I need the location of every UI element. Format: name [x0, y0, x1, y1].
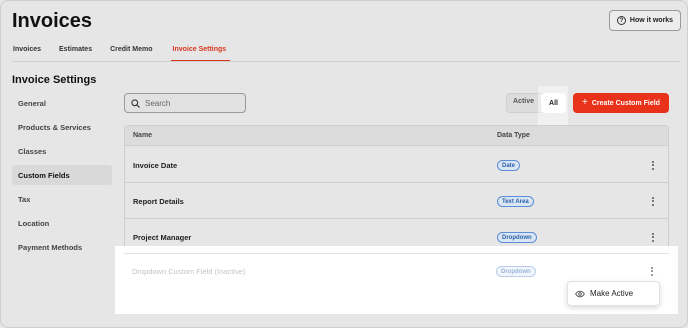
help-icon: ?	[616, 16, 626, 25]
data-type-badge: Dropdown	[496, 266, 536, 277]
settings-sidebar: General Products & Services Classes Cust…	[12, 93, 112, 261]
field-name: Report Details	[133, 197, 184, 206]
make-active-menu-item[interactable]: Make Active	[567, 281, 660, 306]
table-header: Name Data Type	[125, 126, 668, 146]
tabs-divider	[12, 61, 680, 62]
sidebar-item-custom-fields[interactable]: Custom Fields	[12, 165, 112, 185]
sidebar-item-location[interactable]: Location	[12, 213, 112, 233]
search-box	[124, 93, 246, 113]
row-actions-icon[interactable]	[647, 231, 659, 243]
column-header-data-type: Data Type	[497, 132, 530, 139]
field-name: Project Manager	[133, 233, 192, 242]
sidebar-item-payment-methods[interactable]: Payment Methods	[12, 237, 112, 257]
field-name: Invoice Date	[133, 161, 178, 170]
create-custom-field-button[interactable]: + Create Custom Field	[573, 93, 669, 113]
how-it-works-button[interactable]: ? How it works	[609, 10, 681, 31]
field-name: Dropdown Custom Field (Inactive)	[132, 267, 246, 276]
row-actions-icon[interactable]	[647, 195, 659, 207]
plus-icon: +	[582, 97, 588, 108]
data-type-badge: Dropdown	[497, 232, 537, 243]
sidebar-item-general[interactable]: General	[12, 93, 112, 113]
tab-invoices[interactable]: Invoices	[13, 43, 41, 61]
search-icon	[131, 98, 140, 108]
row-actions-icon[interactable]	[647, 159, 659, 171]
data-type-badge: Text Area	[497, 196, 534, 207]
make-active-label: Make Active	[590, 289, 634, 298]
sidebar-item-tax[interactable]: Tax	[12, 189, 112, 209]
app-window: Invoices ? How it works Invoices Estimat…	[0, 0, 688, 328]
filter-all-button[interactable]: All	[541, 93, 566, 113]
data-type-badge: Date	[497, 160, 521, 171]
eye-icon	[575, 290, 585, 297]
search-input[interactable]	[145, 98, 235, 108]
tab-credit-memo[interactable]: Credit Memo	[110, 43, 152, 61]
table-row: Report Details Text Area	[125, 183, 668, 219]
tab-invoice-settings[interactable]: Invoice Settings	[170, 43, 231, 61]
row-actions-icon[interactable]	[646, 265, 658, 277]
section-title: Invoice Settings	[12, 74, 97, 86]
column-header-name: Name	[133, 132, 153, 139]
sidebar-item-classes[interactable]: Classes	[12, 141, 112, 161]
filter-active-button[interactable]: Active	[513, 98, 534, 105]
how-it-works-label: How it works	[629, 17, 674, 24]
table-row: Invoice Date Date	[125, 147, 668, 183]
tab-estimates[interactable]: Estimates	[59, 43, 92, 61]
sidebar-item-products-services[interactable]: Products & Services	[12, 117, 112, 137]
create-custom-field-label: Create Custom Field	[591, 99, 660, 107]
page-title: Invoices	[12, 10, 93, 32]
tab-bar: Invoices Estimates Credit Memo Invoice S…	[13, 43, 248, 61]
